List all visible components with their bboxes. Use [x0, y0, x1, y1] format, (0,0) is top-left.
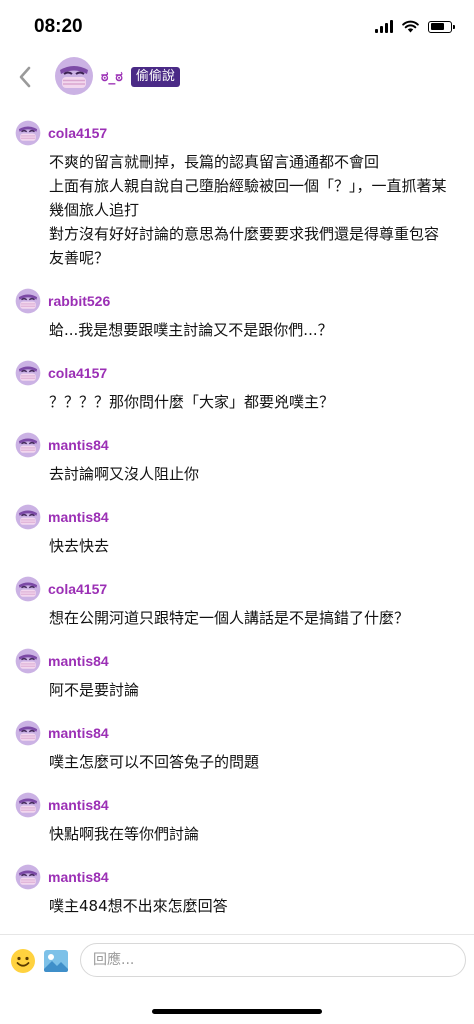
wifi-icon	[402, 20, 419, 33]
whisper-badge: 偷偷說	[130, 67, 180, 87]
response-text: 阿不是要討論	[49, 681, 140, 699]
status-time: 08:20	[34, 16, 83, 37]
masked-face-avatar-icon[interactable]	[15, 648, 41, 674]
response-username[interactable]: mantis84	[48, 869, 109, 885]
response-username[interactable]: mantis84	[48, 797, 109, 813]
response-item: mantis84 去討論啊又沒人阻止你	[0, 424, 474, 486]
response-header: mantis84	[0, 862, 474, 892]
response-item: cola4157 ？？？？那你問什麼「大家」都要兇噗主？	[0, 352, 474, 414]
back-button[interactable]	[14, 64, 36, 90]
home-indicator[interactable]	[152, 1009, 322, 1014]
masked-face-avatar-icon[interactable]	[15, 288, 41, 314]
response-header: mantis84	[0, 502, 474, 532]
response-username[interactable]: cola4157	[48, 365, 107, 381]
response-header: mantis84	[0, 646, 474, 676]
image-picture-icon[interactable]	[43, 948, 69, 974]
masked-face-avatar-icon[interactable]	[15, 432, 41, 458]
response-username[interactable]: mantis84	[48, 437, 109, 453]
status-icons	[375, 20, 455, 33]
masked-face-avatar-icon[interactable]	[15, 792, 41, 818]
response-item: mantis84 噗主怎麼可以不回答兔子的問題	[0, 712, 474, 774]
response-username[interactable]: mantis84	[48, 725, 109, 741]
response-item: mantis84 快點啊我在等你們討論	[0, 784, 474, 846]
response-username[interactable]: cola4157	[48, 125, 107, 141]
response-item: cola4157 想在公開河道只跟特定一個人講話是不是搞錯了什麼？	[0, 568, 474, 630]
response-text: 去討論啊又沒人阻止你	[49, 465, 200, 483]
response-item: rabbit526 蛤...我是想要跟噗主討論又不是跟你們...？	[0, 280, 474, 342]
response-header: cola4157	[0, 118, 474, 148]
masked-face-avatar-icon[interactable]	[15, 504, 41, 530]
response-text: ？？？？那你問什麼「大家」都要兇噗主？	[49, 393, 335, 411]
response-header: cola4157	[0, 358, 474, 388]
response-username[interactable]: mantis84	[48, 653, 109, 669]
chevron-left-icon	[19, 66, 31, 88]
response-item: mantis84 快去快去	[0, 496, 474, 558]
response-text: 不爽的留言就刪掉，長篇的認真留言通通都不會回 上面有旅人親自說自己墮胎經驗被回一…	[49, 153, 447, 267]
status-bar: 08:20	[0, 0, 474, 56]
response-list[interactable]: cola4157 不爽的留言就刪掉，長篇的認真留言通通都不會回 上面有旅人親自說自…	[0, 112, 474, 934]
response-header: mantis84	[0, 430, 474, 460]
response-item: mantis84 阿不是要討論	[0, 640, 474, 702]
response-text: 蛤...我是想要跟噗主討論又不是跟你們...？	[49, 321, 333, 339]
response-header: mantis84	[0, 790, 474, 820]
response-item: cola4157 不爽的留言就刪掉，長篇的認真留言通通都不會回 上面有旅人親自說自…	[0, 112, 474, 270]
response-text: 想在公開河道只跟特定一個人講話是不是搞錯了什麼？	[49, 609, 410, 627]
response-text: 快點啊我在等你們討論	[49, 825, 200, 843]
response-item: mantis84 噗主484想不出來怎麼回答	[0, 856, 474, 918]
header-username[interactable]: ಠ_ಠ	[101, 69, 123, 85]
cellular-signal-icon	[375, 20, 393, 33]
masked-face-avatar-icon[interactable]	[15, 720, 41, 746]
response-header: rabbit526	[0, 286, 474, 316]
masked-face-avatar-icon[interactable]	[15, 360, 41, 386]
masked-face-avatar-icon[interactable]	[15, 576, 41, 602]
response-text: 噗主怎麼可以不回答兔子的問題	[49, 753, 260, 771]
response-username[interactable]: cola4157	[48, 581, 107, 597]
masked-face-avatar-icon[interactable]	[15, 120, 41, 146]
response-username[interactable]: mantis84	[48, 509, 109, 525]
masked-face-avatar-icon[interactable]	[54, 56, 94, 96]
response-text: 快去快去	[49, 537, 110, 555]
header-title: ಠ_ಠ 偷偷說	[101, 67, 180, 87]
response-username[interactable]: rabbit526	[48, 293, 110, 309]
response-header: mantis84	[0, 718, 474, 748]
response-text: 噗主484想不出來怎麼回答	[49, 897, 228, 915]
reply-input[interactable]	[80, 943, 466, 977]
battery-icon	[428, 20, 455, 33]
masked-face-avatar-icon[interactable]	[15, 864, 41, 890]
response-header: cola4157	[0, 574, 474, 604]
reply-composer	[0, 934, 474, 991]
battery-level	[430, 23, 444, 30]
plurk-header: ಠ_ಠ 偷偷說	[0, 56, 474, 102]
smiley-face-icon[interactable]	[10, 948, 36, 974]
